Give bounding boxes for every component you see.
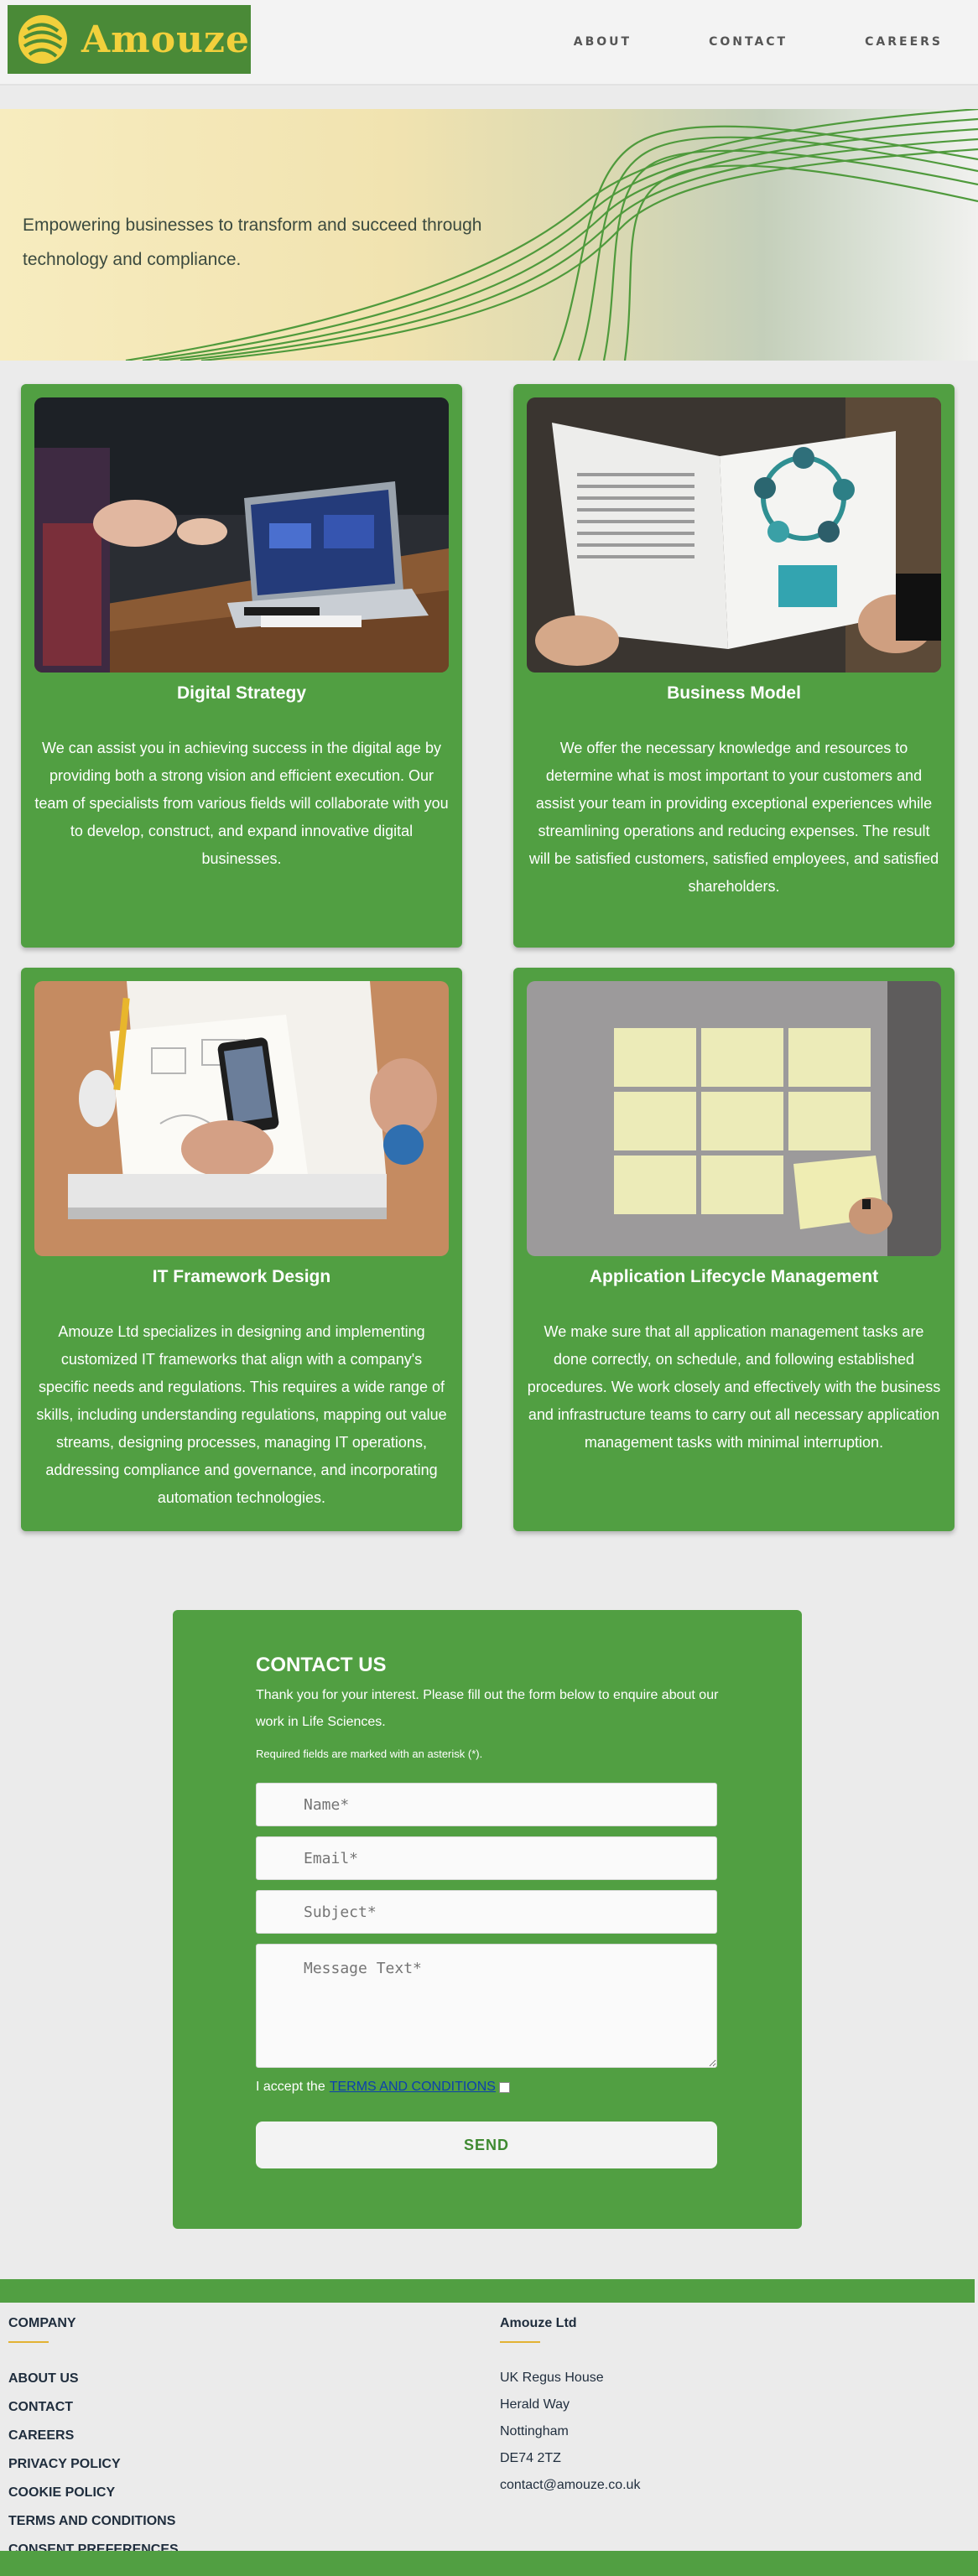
contact-email[interactable]: contact@amouze.co.uk: [500, 2472, 640, 2499]
service-card-business-model: Business Model We offer the necessary kn…: [513, 384, 955, 948]
contact-title: CONTACT US: [256, 1654, 387, 1676]
footer-link-contact[interactable]: CONTACT: [8, 2393, 179, 2422]
footer-address-column: Amouze Ltd UK Regus House Herald Way Not…: [500, 2316, 640, 2499]
main-nav: ABOUT CONTACT CAREERS: [497, 35, 943, 49]
service-card-digital-strategy: Digital Strategy We can assist you in ac…: [21, 384, 462, 948]
heading-underline: [8, 2341, 49, 2343]
nav-careers[interactable]: CAREERS: [865, 35, 943, 49]
required-note: Required fields are marked with an aster…: [256, 1748, 483, 1760]
nav-contact[interactable]: CONTACT: [709, 35, 788, 49]
logo[interactable]: Amouze: [8, 5, 251, 74]
terms-row: I accept the TERMS AND CONDITIONS: [256, 2080, 510, 2095]
service-title: IT Framework Design: [152, 1267, 331, 1286]
terms-prefix: I accept the: [256, 2080, 325, 2094]
service-title: Application Lifecycle Management: [589, 1267, 879, 1286]
send-button[interactable]: SEND: [256, 2122, 717, 2168]
footer-link-about-us[interactable]: ABOUT US: [8, 2365, 179, 2393]
address-line: Nottingham: [500, 2424, 569, 2438]
footer-bottom-band: [0, 2551, 978, 2576]
logo-text: Amouze: [81, 18, 251, 61]
office-meeting-image: [34, 397, 449, 673]
service-description: We offer the necessary knowledge and res…: [528, 740, 939, 895]
terms-link[interactable]: TERMS AND CONDITIONS: [330, 2080, 496, 2095]
nav-about[interactable]: ABOUT: [574, 35, 632, 49]
heading-underline: [500, 2341, 540, 2343]
address-line: DE74 2TZ: [500, 2451, 561, 2465]
sticky-notes-image: [527, 981, 941, 1256]
desk-sketching-image: [34, 981, 449, 1256]
contact-form-section: CONTACT US Thank you for your interest. …: [173, 1610, 802, 2229]
footer-link-cookie-policy[interactable]: COOKIE POLICY: [8, 2479, 179, 2507]
service-description: We can assist you in achieving success i…: [34, 740, 449, 867]
footer-company-column: COMPANY ABOUT US CONTACT CAREERS PRIVACY…: [8, 2316, 179, 2564]
address-line: Herald Way: [500, 2397, 570, 2412]
service-description: We make sure that all application manage…: [527, 1323, 941, 1451]
footer-company-heading: COMPANY: [8, 2316, 76, 2330]
service-card-it-framework-design: IT Framework Design Amouze Ltd specializ…: [21, 968, 462, 1531]
email-input[interactable]: [256, 1836, 717, 1880]
logo-emblem-icon: [18, 15, 67, 64]
hero-banner: Empowering businesses to transform and s…: [0, 109, 978, 361]
site-header: Amouze ABOUT CONTACT CAREERS: [0, 0, 978, 86]
service-title: Business Model: [667, 683, 801, 703]
service-card-application-lifecycle: Application Lifecycle Management We make…: [513, 968, 955, 1531]
footer-address-heading: Amouze Ltd: [500, 2316, 577, 2330]
footer-link-terms[interactable]: TERMS AND CONDITIONS: [8, 2507, 179, 2536]
address-line: UK Regus House: [500, 2371, 604, 2385]
site-footer: COMPANY ABOUT US CONTACT CAREERS PRIVACY…: [0, 2279, 978, 2576]
footer-top-band: [0, 2279, 975, 2303]
hero-tagline: Empowering businesses to transform and s…: [23, 216, 482, 269]
magazine-image: [527, 397, 941, 673]
name-input[interactable]: [256, 1783, 717, 1826]
terms-checkbox[interactable]: [498, 2081, 510, 2093]
contact-intro: Thank you for your interest. Please fill…: [256, 1688, 719, 1729]
footer-link-careers[interactable]: CAREERS: [8, 2422, 179, 2450]
subject-input[interactable]: [256, 1890, 717, 1934]
service-title: Digital Strategy: [176, 683, 307, 703]
footer-link-privacy-policy[interactable]: PRIVACY POLICY: [8, 2450, 179, 2479]
message-textarea[interactable]: [256, 1944, 717, 2068]
service-description: Amouze Ltd specializes in designing and …: [36, 1323, 447, 1506]
